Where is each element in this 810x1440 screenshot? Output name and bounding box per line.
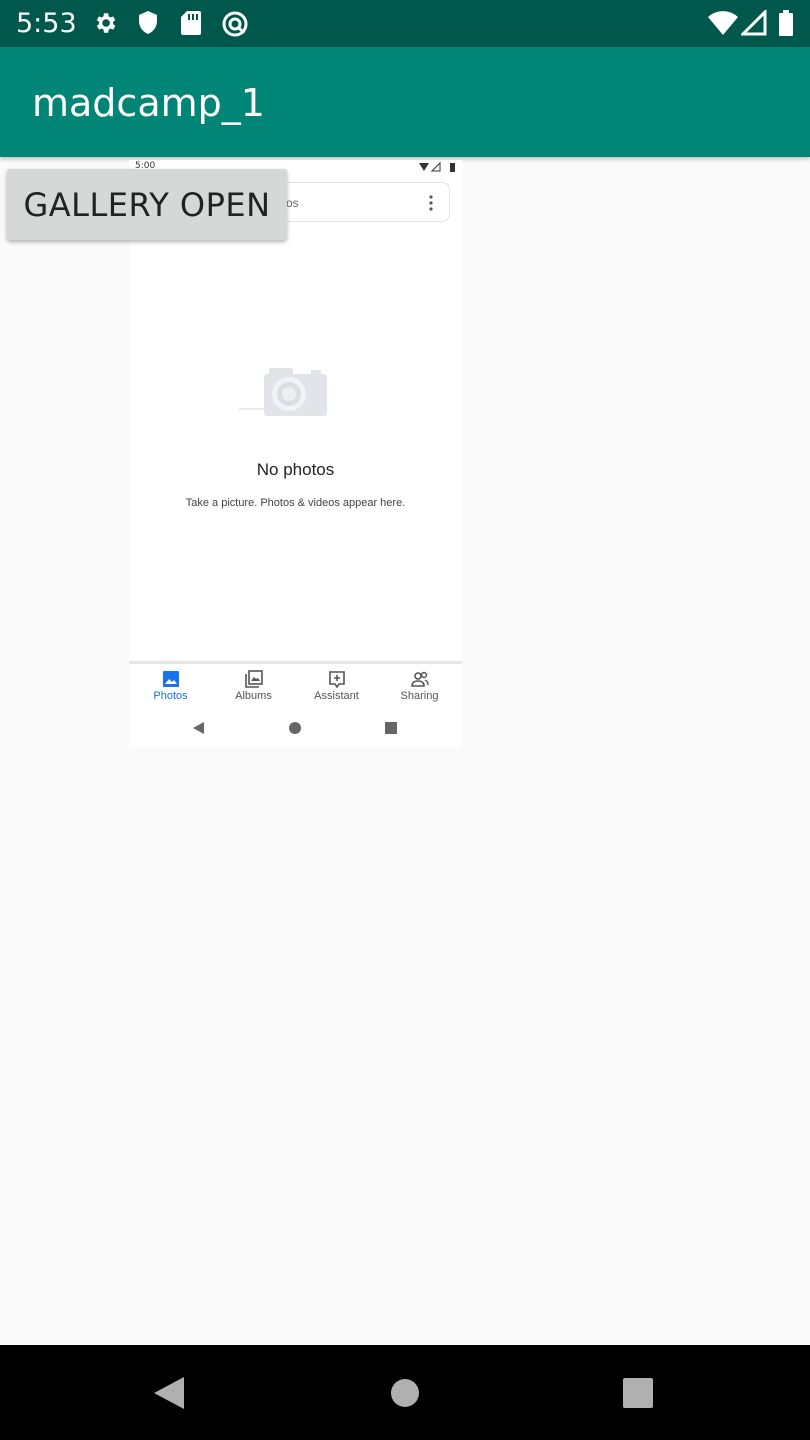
preview-home-icon bbox=[289, 722, 301, 734]
app-bar: madcamp_1 bbox=[0, 47, 810, 157]
preview-divider bbox=[129, 661, 462, 664]
system-nav-bar bbox=[0, 1345, 810, 1440]
preview-system-nav bbox=[193, 722, 397, 734]
preview-tab-label: Photos bbox=[153, 690, 188, 702]
preview-tab-albums: Albums bbox=[212, 665, 295, 709]
preview-search-placeholder: os bbox=[286, 196, 299, 210]
preview-bottom-nav: Photos Albums Assistant Sharing bbox=[129, 665, 462, 709]
signal-icon bbox=[741, 10, 767, 36]
empty-state-title: No photos bbox=[256, 460, 335, 479]
preview-tab-assistant: Assistant bbox=[295, 665, 378, 709]
gallery-open-button[interactable]: GALLERY OPEN bbox=[7, 169, 287, 240]
battery-icon bbox=[779, 10, 793, 36]
wifi-icon bbox=[708, 11, 738, 35]
albums-icon bbox=[244, 670, 263, 688]
camera-illustration-icon bbox=[239, 368, 327, 416]
screen: 5:53 madcamp_1 5:00 os No photos Take a … bbox=[0, 0, 810, 1440]
home-icon[interactable] bbox=[389, 1377, 421, 1409]
empty-state-subtitle: Take a picture. Photos & videos appear h… bbox=[185, 497, 406, 509]
preview-tab-label: Sharing bbox=[400, 690, 439, 702]
status-bar: 5:53 bbox=[0, 0, 810, 47]
photos-icon bbox=[162, 671, 179, 687]
shield-icon bbox=[139, 11, 157, 34]
app-title: madcamp_1 bbox=[32, 81, 265, 125]
preview-tab-label: Albums bbox=[235, 690, 272, 702]
recents-icon[interactable] bbox=[622, 1377, 654, 1409]
sync-icon bbox=[222, 11, 248, 37]
preview-recents-icon bbox=[385, 722, 397, 734]
preview-more-icon bbox=[429, 195, 433, 211]
preview-tab-sharing: Sharing bbox=[378, 665, 461, 709]
preview-tab-photos: Photos bbox=[129, 665, 212, 709]
status-time: 5:53 bbox=[16, 8, 77, 39]
assistant-icon bbox=[328, 671, 345, 688]
sharing-icon bbox=[410, 671, 429, 687]
back-icon[interactable] bbox=[152, 1375, 186, 1411]
sd-card-icon bbox=[181, 11, 201, 35]
gear-icon bbox=[96, 13, 116, 33]
gallery-preview-image: 5:00 os No photos Take a picture. Photos… bbox=[129, 160, 462, 748]
preview-back-icon bbox=[193, 722, 204, 734]
preview-tab-label: Assistant bbox=[314, 690, 359, 702]
preview-status-icons bbox=[419, 162, 455, 172]
